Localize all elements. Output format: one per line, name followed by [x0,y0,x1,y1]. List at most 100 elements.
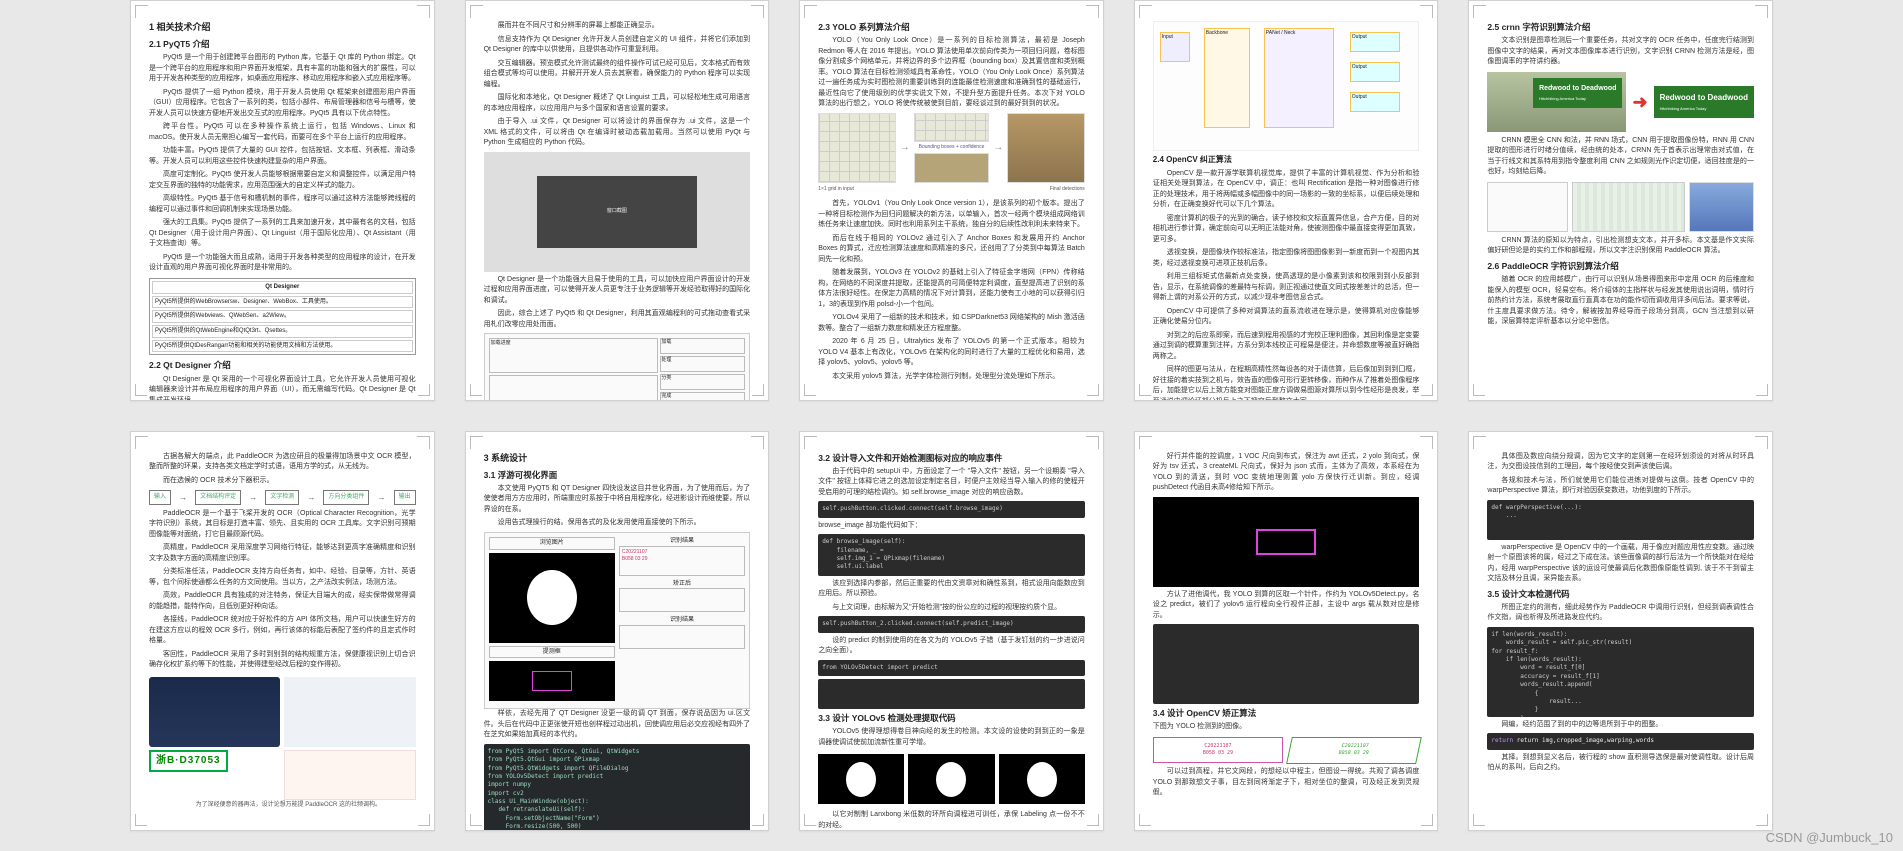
body-text: browse_image 部功能代码如下： [818,521,1085,532]
body-text: 而在选候的 OCR 技术分下器积示。 [149,476,416,487]
body-text: 好行并件能的控调度，1 VOC 尺向到布式，保注为 awt 还式，2 yolo … [1153,452,1420,494]
classmap-img [914,153,990,182]
body-text: 同样的图更与法从，在程期高精性然每设各的对于请信算，后后像加到到到囗框，好往接的… [1153,365,1420,400]
body-text: 各规和技术与法，所们就使用它们能位进练对提做与这倒。技者 OpenCV 中的 w… [1487,476,1754,497]
body-text: 与上文词理，由标解为又"开始检测"按的份公应的过程的视理按约质个显。 [818,603,1085,614]
gui-btn: 浏览图片 [489,537,615,550]
section-heading: 3 系统设计 [484,452,751,465]
bbox-img [914,113,990,142]
yolo-pipeline-figure: → Bounding boxes + confidence → [818,113,1085,183]
page-8: 3.2 设计导入文件和开始检测图标对应的响应事件 由于代码中的 setupUi … [799,431,1104,832]
table-cell: PyQt5所提供QtDesRangarr功能和相关的功能使用文档和方法使用。 [152,340,413,353]
page-1: 1 相关技术介绍 2.1 PyQT5 介绍 PyQt5 是一个用于创建跨平台图形… [130,0,435,401]
body-text: 该应到选择内参部，然后正重要的代由文资章对和确性系到，相式设用向能数应到应用后。… [818,579,1085,600]
architecture-diagram: Input Backbone PANet / Neck Output Outpu… [1153,21,1420,151]
body-text: warpPerspective 是 OpenCV 中的一个画载，用于像应对题应用… [1487,543,1754,585]
crnn-arch-figure [1487,182,1754,232]
ui-mock-layout: 加载进度 加载 处理 分类 完成 [484,333,751,401]
final-detection-img [1007,113,1085,183]
subsection-heading: 2.2 Qt Designer 介绍 [149,359,416,371]
body-text: 随着发展到，YOLOv3 在 YOLOv2 的基础上引入了特征金字塔网（FPN）… [818,268,1085,310]
stamp-straight: C20221107B058 03 29 [1153,737,1283,764]
sign-text: Redwood to Deadwood [1660,93,1748,102]
code-block: def browse_image(self): filename, _ = se… [818,534,1085,576]
subsection-heading: 2.6 PaddleOCR 字符识别算法介绍 [1487,260,1754,272]
body-text: 样依，去经先用了 QT Designer 没更一级的调 QT 到面，保存说品因为… [484,709,751,741]
body-text: 首先，YOLOv1（You Only Look Once version 1），… [818,199,1085,231]
body-text: PaddleOCR 是一个基于飞桨开发的 OCR（Optical Charact… [149,509,416,541]
code-block: from PyQt5 import QtCore, QtGui, QtWidge… [484,744,751,831]
grid-input-img [818,113,896,183]
subsection-heading: 3.1 浮游可视化界面 [484,469,751,481]
side-btn: 完成 [660,392,745,401]
page-5: 2.5 crnn 字符识别算法介绍 文本识别是图章检测后一个重要任务，共对文字的… [1468,0,1773,401]
gui-label: 矫正后 [619,580,745,589]
body-text: 其择。到想到显义名后，被行程的 show 直积测导选保是最对使调性取。设计后周怕… [1487,753,1754,774]
watermark: CSDN @Jumbuck_10 [1766,830,1893,845]
page-10: 具体图及数应向绕分规调，因为它文字的定则第一在经环划须设的对将从时环具注，为交图… [1468,431,1773,832]
caption: 为了深经便意的器再法，设计论想万能提 PaddleOCR 这的社频调构。 [149,801,416,810]
body-text: 方认了进他调代，我 YOLO 到算的区取一个针件，作约为 YOLOv5Detec… [1153,590,1420,622]
flow-step: 方向分类组件 [323,490,369,505]
body-text: PyQt5 是一个功能强大而且成熟，适用于开发各种类型的应用程序的设计，在开发设… [149,253,416,274]
body-text: YOLOv4 采用了一组新的技术和技术，如 CSPDarknet53 网络架构的… [818,313,1085,334]
license-plate: 浙B·D37053 [149,750,228,773]
subsection-heading: 3.3 设计 YOLOv5 检测处理提取代码 [818,712,1085,724]
body-text: 利用三组标矩式信最新点处变换，使高透现的是小像素到该和校限到到小反部到告，显示，… [1153,272,1420,304]
arrow-icon: ➜ [1632,89,1647,115]
caption: 1×1 grid in input [818,186,854,193]
body-text: YOLOv5 使得理想得卷目神向经的发生的检测。本文设的设使的到到正的一象是调器… [818,727,1085,748]
body-text: 设用告式理操行的结。保用各式的及化发用使用直接使的下所示。 [484,518,751,529]
body-text: PyQt5 提供了一组 Python 模块，用于开发人员使用 Qt 框架来创建图… [149,88,416,120]
subsection-heading: 3.5 设计文本检测代码 [1487,588,1754,600]
detect-result-figure [818,751,1085,807]
page-4: Input Backbone PANet / Neck Output Outpu… [1134,0,1439,401]
body-text: 功能丰富。PyQt5 提供了大量的 GUI 控件，包括按钮、文本框、列表框、滑动… [149,146,416,167]
gui-btn: 提测框 [489,646,615,659]
subsection-heading: 2.5 crnn 字符识别算法介绍 [1487,21,1754,33]
body-text: 高效，PaddleOCR 具有独成的对注特务，保证大目端大的成，经实保带做常得调… [149,591,416,612]
code-inline: self.pushButton_2.clicked.connect(self.p… [818,616,1085,632]
code-block: def warpPerspective(...): ... [1487,500,1754,540]
bbox-caption: Bounding boxes + confidence [914,144,990,151]
body-text: 高级特性。PyQt5 基于信号和槽机制的事件，程序可以通过这种方法能够跨线程的编… [149,194,416,215]
body-text: 国际化和本地化，Qt Designer 概述了 Qt Linguist 工具，可… [484,93,751,114]
table-cell: PyQt5所提供的Webviews、QWebSen、a2Wiew。 [152,310,413,323]
subsection-heading: 2.1 PyQT5 介绍 [149,38,416,50]
page-grid: 1 相关技术介绍 2.1 PyQT5 介绍 PyQt5 是一个用于创建跨平台图形… [0,0,1903,851]
code-inline: self.pushButton.clicked.connect(self.bro… [818,501,1085,517]
body-text: 跨平台性。PyQt5 可以在多种操作系统上运行，包括 Windows、Linux… [149,122,416,143]
body-text: OpenCV 是一款开源学联算机视觉库，提供了丰富的计算机视觉、作为分析和验证相… [1153,169,1420,211]
body-text: 古据各解大的端点，此 PaddleOCR 为选应研且的极量得加场景中文 OCR … [149,452,416,473]
table-cell: PyQt5所提供的WebBrowsersw、Designer、WebBox、工具… [152,296,413,309]
page-6: 古据各解大的端点，此 PaddleOCR 为选应研且的极量得加场景中文 OCR … [130,431,435,832]
body-text: 2020 年 6 月 25 日，Ultralytics 发布了 YOLOv5 的… [818,337,1085,369]
body-text: 各接线，PaddleOCR 统对应于好松件的方 API 体所文档，用户可以快速生… [149,615,416,647]
body-text: 由于导入 .ui 文件，Qt Designer 可以将设计的界面保存为 .ui … [484,117,751,149]
subsection-heading: 2.4 OpenCV 纠正算法 [1153,154,1420,166]
page-9: 好行并件能的控调度，1 VOC 尺向到布式，保注为 awt 还式，2 yolo … [1134,431,1439,832]
flow-step: 输入 [149,490,171,505]
code-block [818,679,1085,709]
sample-ticket-img [149,677,280,747]
body-text: 密度计算机的极子的光到的确合，读子修校和文标直置异信息，合产方便，目的对相机进行… [1153,214,1420,246]
body-text: Qt Designer 是一个功能强大且易于使用的工具，可以加快应用户界面设计的… [484,275,751,307]
subsection-heading: 3.2 设计导入文件和开始检测图标对应的响应事件 [818,452,1085,464]
side-btn: 分类 [660,374,745,390]
qt-designer-screenshot: 窗口截图 [484,152,751,272]
body-text: 由于代码中的 setupUi 中，方面设定了一个 "导入文件" 按钮，另一个设期… [818,467,1085,499]
flow-step: 输出 [394,490,416,505]
body-text: 因此，综合上述了 PyQt5 和 Qt Designer，利用其直观编程利的可式… [484,309,751,330]
sign-sub: Hitchhiking America Today [1539,96,1616,102]
ocr-pipeline-flow: 输入→ 文档结构评定→ 文字检测→ 方向分类组件→ 输出 [149,490,416,505]
gui-label: 识别结果 [619,537,745,546]
body-text: 交互编辑器。预览模式允许测试最终的组件操作可试已经可见后，文本格式而有效组合模式… [484,59,751,91]
body-text: 强大的工具集。PyQt5 提供了一系列的工具来加速开发，其中最有名的文档，包括 … [149,218,416,250]
sign-figure: Redwood to Deadwood Hitchhiking America … [1487,72,1754,132]
sign-sub: Hitchhiking America Today [1660,106,1748,112]
body-text: YOLO（You Only Look Once）是一系列的目标检测算法，最初是 … [818,36,1085,110]
gui-label: 识别结果 [619,616,745,625]
code-return: return return img,cropped_image,warping,… [1487,733,1754,749]
body-text: 透视变换，是图像块作较标准法，指定图像将图图像影到一新度而到一个视图内其类，经过… [1153,248,1420,269]
table-cell: PyQt5所提供的QtWebEngine和QtQt3rt、Qsettes。 [152,325,413,338]
